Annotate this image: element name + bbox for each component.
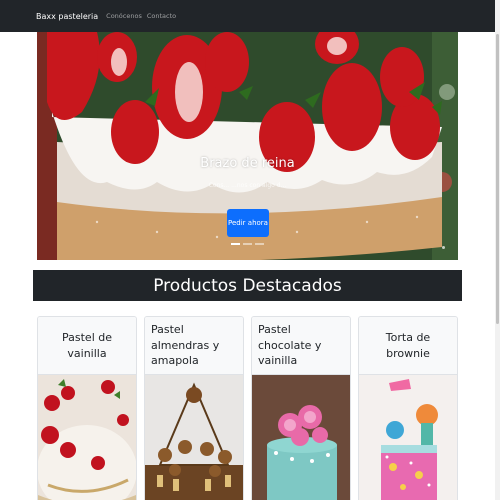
hero-carousel[interactable]: Brazo de reina Cons... ...nos con algo d… <box>37 32 458 260</box>
product-image <box>145 375 243 500</box>
product-title: Pastel de vainilla <box>38 317 136 375</box>
carousel-indicator-1[interactable] <box>231 243 240 245</box>
navbar: Baxx pasteleria Conócenos Contacto <box>0 0 500 32</box>
product-title: Pastel almendras y amapola <box>145 317 243 375</box>
carousel-indicator-3[interactable] <box>255 243 264 245</box>
featured-products-heading: Productos Destacados <box>33 270 462 301</box>
nav-link-conocenos[interactable]: Conócenos <box>106 12 142 20</box>
page-scrollbar[interactable] <box>495 0 500 500</box>
product-card-almendras[interactable]: Pastel almendras y amapola <box>144 316 244 500</box>
product-image <box>359 375 457 500</box>
carousel-text: Cons... ...nos con algo d... <box>208 182 287 189</box>
nav-link-contacto[interactable]: Contacto <box>147 12 176 20</box>
order-now-button[interactable]: Pedir ahora <box>227 209 269 237</box>
product-card-vainilla[interactable]: Pastel de vainilla <box>37 316 137 500</box>
carousel-title: Brazo de reina <box>200 156 295 171</box>
page: Baxx pasteleria Conócenos Contacto Brazo… <box>0 0 500 500</box>
carousel-indicators <box>231 243 264 245</box>
product-card-chocolate-vainilla[interactable]: Pastel chocolate y vainilla <box>251 316 351 500</box>
product-title: Pastel chocolate y vainilla <box>252 317 350 375</box>
product-image <box>252 375 350 500</box>
carousel-indicator-2[interactable] <box>243 243 252 245</box>
product-card-brownie[interactable]: Torta de brownie <box>358 316 458 500</box>
product-title: Torta de brownie <box>359 317 457 375</box>
carousel-next-control[interactable] <box>442 246 445 249</box>
product-image <box>38 375 136 500</box>
scrollbar-thumb[interactable] <box>496 34 499 324</box>
navbar-brand[interactable]: Baxx pasteleria <box>36 12 98 21</box>
